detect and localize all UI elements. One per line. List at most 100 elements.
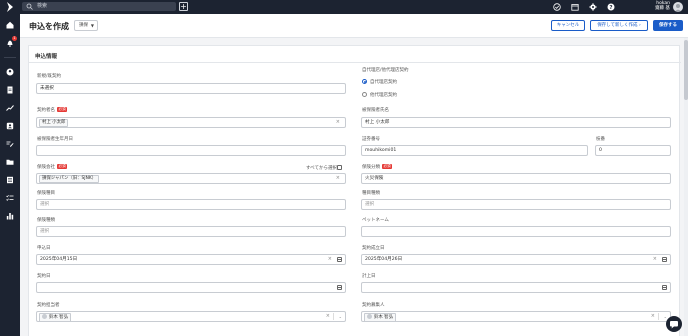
insurance-type-select[interactable]: 選択 [36, 226, 346, 237]
save-and-new-button[interactable]: 保存して新しく作成 › [590, 20, 648, 31]
calendar-icon[interactable] [662, 257, 667, 262]
main-area: 申込情報 新規/既契約 未選択 契約者名 必須 村上 小太郎 × 被保険者生年月日… [20, 38, 688, 336]
trend-icon[interactable] [6, 104, 14, 112]
required-badge: 必須 [382, 164, 393, 169]
clear-icon[interactable]: × [651, 312, 655, 321]
show-all-checkbox[interactable] [337, 165, 342, 170]
insurance-category-label: 保険分類 必須 [362, 164, 393, 170]
calendar-icon[interactable] [662, 285, 667, 290]
home-icon[interactable] [6, 21, 14, 29]
branch-number-label: 枝番 [596, 137, 605, 142]
insured-birthday-input[interactable] [36, 145, 346, 156]
cancel-button[interactable]: キャンセル [551, 20, 585, 31]
insured-name-input[interactable]: 村上 小太郎 [361, 117, 671, 128]
section-title: 申込情報 [35, 54, 58, 60]
contact-card-icon[interactable] [6, 122, 14, 130]
user-name: 齋藤 基 [655, 6, 670, 11]
recorded-date-label: 計上日 [362, 274, 376, 279]
new-renewal-select[interactable]: 未選択 [36, 83, 346, 94]
calendar-icon[interactable] [337, 285, 342, 290]
clear-icon[interactable]: × [653, 255, 657, 264]
page-title: 申込を作成 [29, 22, 69, 31]
contract-established-value: 2025年04月26日 [365, 257, 403, 262]
required-badge: 必須 [57, 164, 68, 169]
caret-down-icon: ▼ [90, 23, 94, 28]
contract-date-input[interactable] [36, 282, 346, 293]
user-info[interactable]: hokan 齋藤 基 [648, 1, 670, 11]
contract-person-label: 契約担当者 [37, 303, 60, 308]
show-all-label: すべてから選択 [306, 166, 338, 171]
kind-type-select[interactable]: 選択 [361, 199, 671, 210]
application-date-input[interactable]: 2025年04月15日 × [36, 254, 346, 265]
contractor-name-label-text: 契約者名 [37, 108, 55, 113]
contract-established-input[interactable]: 2025年04月26日 × [361, 254, 671, 265]
pet-name-input[interactable] [361, 226, 671, 237]
search-input[interactable]: 検索 [37, 3, 47, 10]
sidebar: 1 [0, 14, 20, 336]
checklist-icon[interactable] [6, 194, 14, 202]
top-bar: 検索 + ? hokan 齋藤 基 [0, 0, 688, 14]
bar-chart-icon[interactable] [6, 212, 14, 220]
clear-icon[interactable]: × [336, 174, 340, 183]
insurance-category-label-text: 保険分類 [362, 165, 380, 170]
page-header: 申込を作成 損保 ▼ キャンセル 保存して新しく作成 › 保存する [20, 14, 688, 38]
required-badge: 必須 [57, 107, 68, 112]
application-date-value: 2025年04月15日 [40, 257, 78, 262]
select-separator [333, 313, 334, 320]
contract-recruiter-select[interactable]: 鈴木 智弘 × ⌄ [361, 311, 671, 322]
policy-number-label: 証券番号 [362, 137, 380, 142]
contract-person-select[interactable]: 鈴木 智弘 × ⌄ [36, 311, 346, 322]
user-avatar[interactable] [673, 2, 683, 12]
contract-date-label: 契約日 [37, 274, 51, 279]
help-icon[interactable]: ? [607, 3, 615, 11]
chevron-down-icon[interactable]: ⌄ [339, 312, 342, 321]
insurance-kind-label: 保険種目 [37, 191, 55, 196]
insurance-category-select[interactable]: 火災保険 [361, 173, 671, 184]
notification-badge: 1 [12, 36, 17, 41]
chat-icon [670, 321, 678, 329]
calendar-icon[interactable] [337, 257, 342, 262]
type-select[interactable]: 損保 ▼ [74, 20, 98, 31]
insurance-type-label: 保険種類 [37, 218, 55, 223]
svg-text:?: ? [609, 5, 612, 11]
contract-recruiter-label: 契約募集人 [362, 303, 385, 308]
clear-icon[interactable]: × [326, 312, 330, 321]
insured-birthday-label: 被保険者生年月日 [37, 137, 73, 142]
search-box[interactable]: 検索 [22, 2, 176, 11]
check-circle-icon[interactable] [553, 3, 561, 11]
scrollbar-thumb[interactable] [684, 40, 688, 100]
insurance-company-label-text: 保険会社 [37, 165, 55, 170]
save-button[interactable]: 保存する [653, 20, 683, 31]
insurance-kind-select[interactable]: 選択 [36, 199, 346, 210]
policy-number-input[interactable]: mouhikomi01 [361, 145, 588, 156]
add-new-button[interactable]: + [179, 2, 188, 11]
folder-icon[interactable] [6, 158, 14, 166]
person-avatar-icon [42, 314, 47, 319]
edit-list-icon[interactable] [6, 140, 14, 148]
clear-icon[interactable]: × [336, 118, 340, 127]
type-select-value: 損保 [79, 23, 88, 28]
agency-self-radio[interactable] [362, 79, 367, 84]
contract-recruiter-tag: 鈴木 智弘 [364, 313, 396, 321]
agency-self-label: 自代理店契約 [370, 80, 397, 85]
chat-support-button[interactable] [666, 316, 682, 332]
insurance-company-select[interactable]: 損保ジャパン（旧：SJNK） × [36, 173, 346, 184]
sidebar-divider [4, 57, 16, 58]
report-icon[interactable] [6, 176, 14, 184]
recorded-date-input[interactable] [361, 282, 671, 293]
agency-other-radio[interactable] [362, 92, 367, 97]
agency-type-label: 自代理店/他代理店契約 [362, 68, 409, 73]
hokan-logo-icon[interactable] [6, 2, 14, 12]
application-date-label: 申込日 [37, 246, 51, 251]
calendar-icon[interactable] [571, 3, 579, 11]
chevron-right-icon: › [639, 23, 641, 28]
clear-icon[interactable]: × [328, 255, 332, 264]
contract-established-label: 契約成立日 [362, 246, 385, 251]
branch-number-input[interactable]: 0 [595, 145, 671, 156]
save-and-new-label: 保存して新しく作成 [597, 23, 638, 28]
customer-icon[interactable] [6, 68, 14, 76]
contractor-name-select[interactable]: 村上 小太郎 × [36, 117, 346, 128]
new-renewal-label: 新規/既契約 [37, 74, 62, 79]
gear-icon[interactable] [589, 3, 597, 11]
document-icon[interactable] [6, 86, 14, 94]
